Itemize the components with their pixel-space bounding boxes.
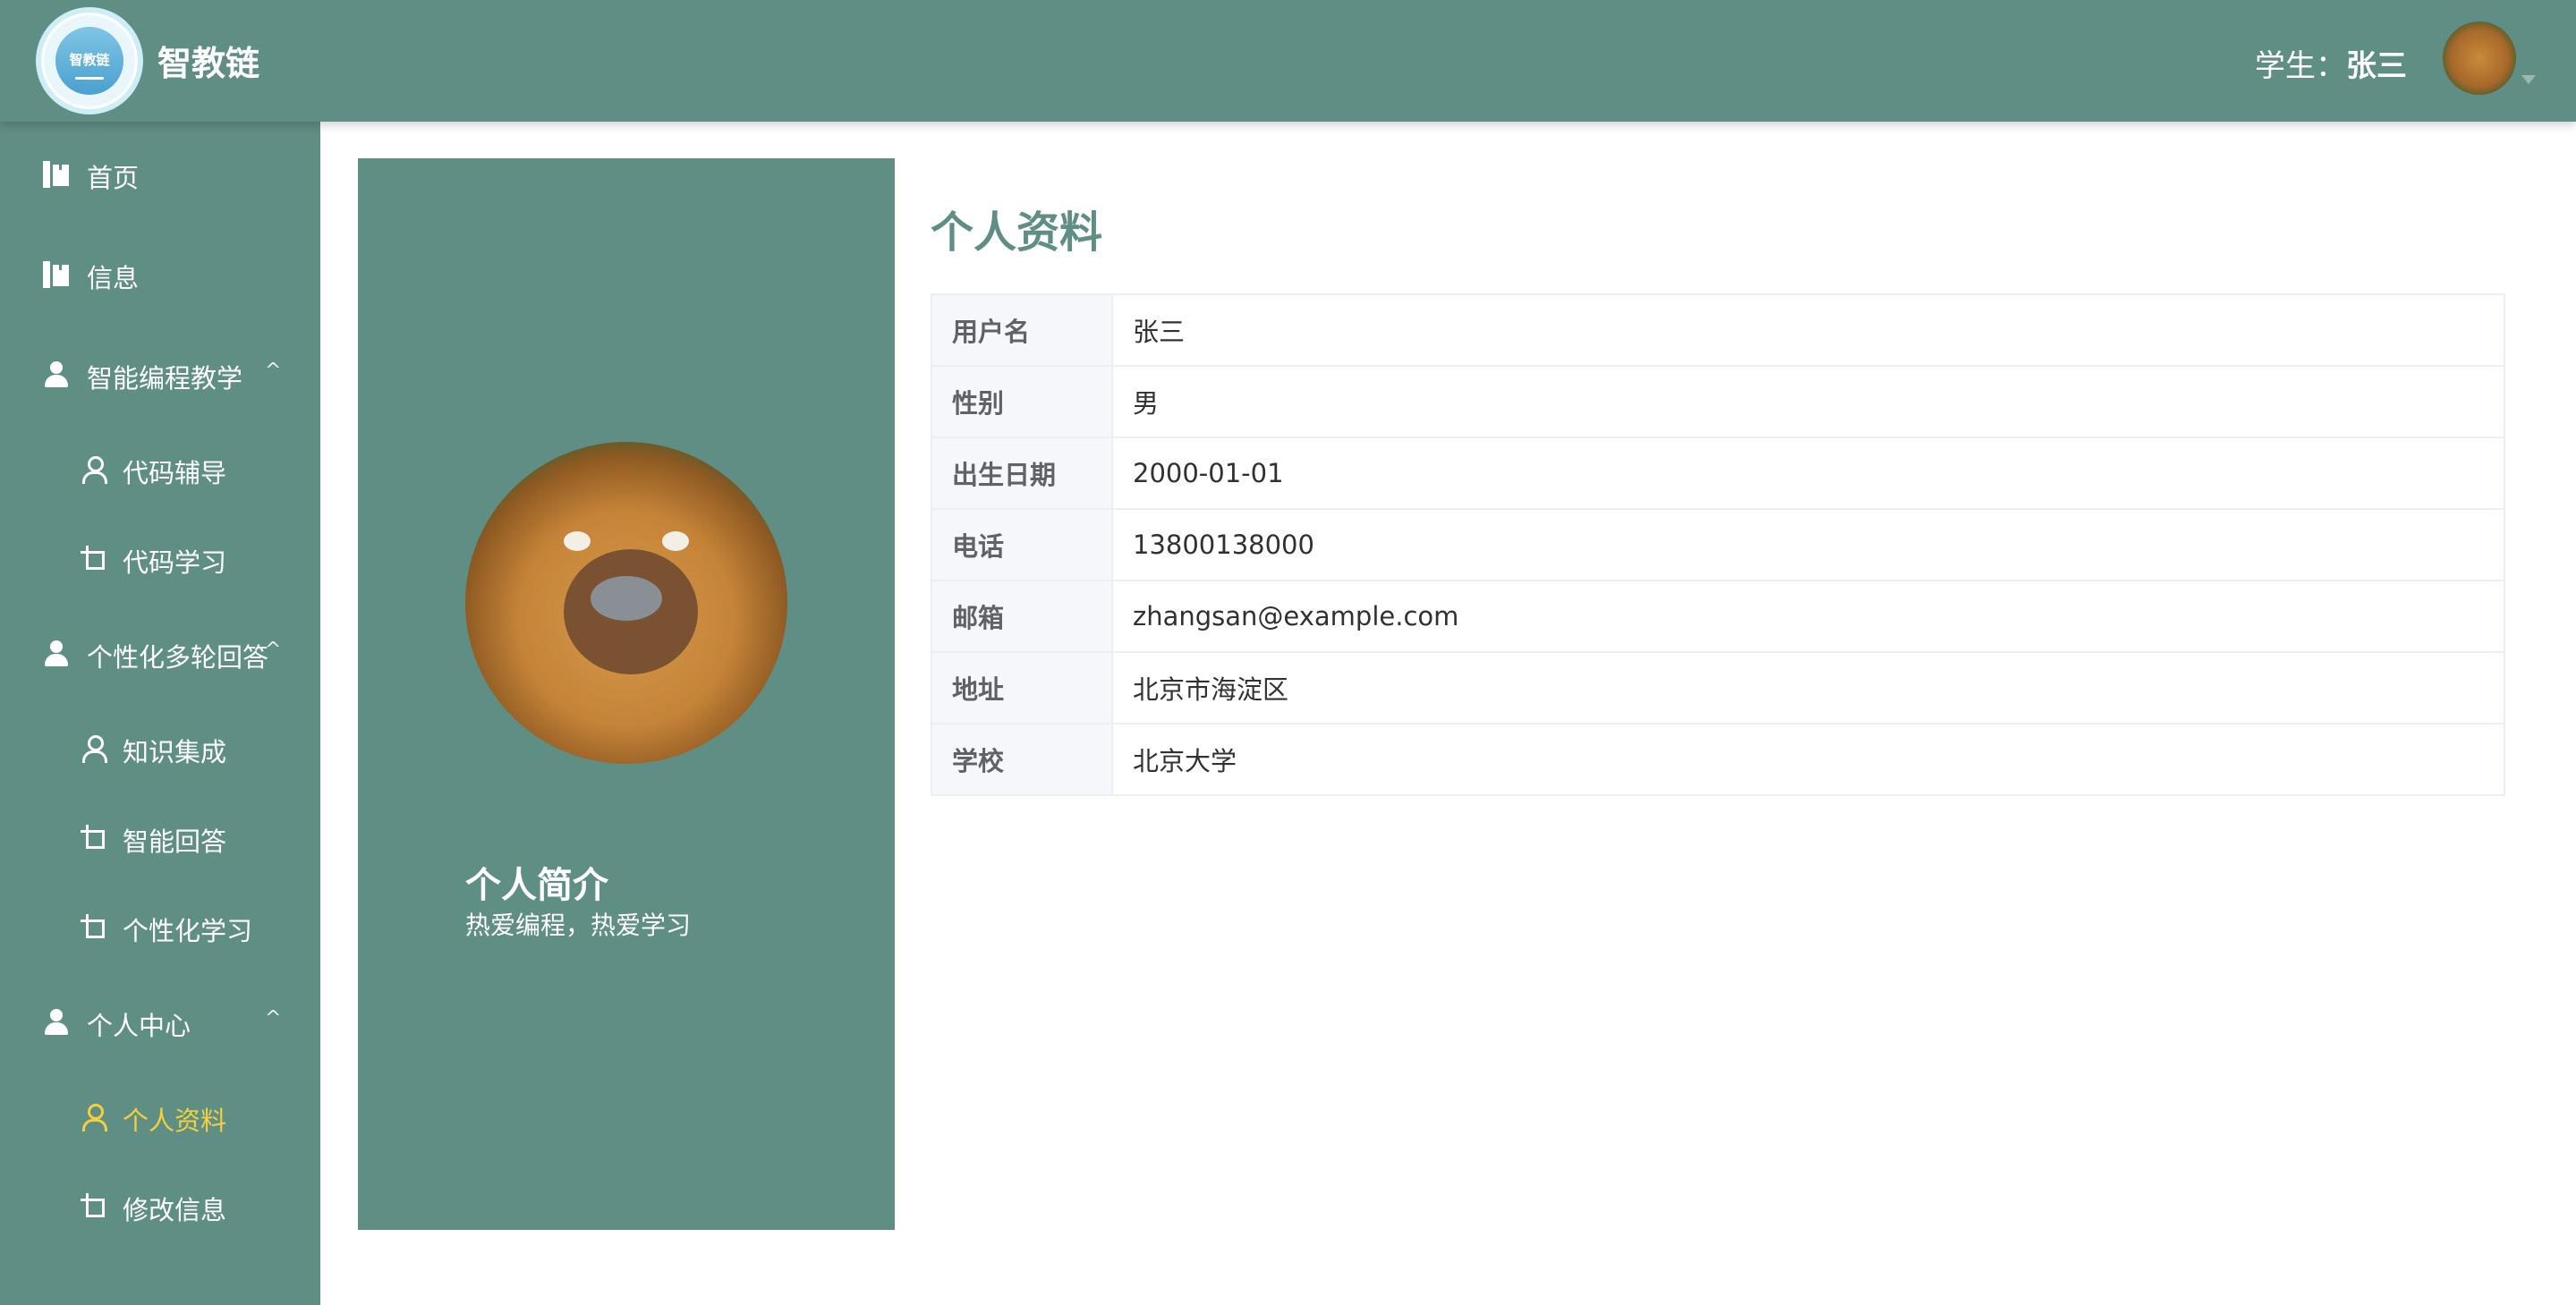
sidebar-group-personal-center[interactable]: 个人中心 ^ [0, 977, 320, 1066]
field-value: 北京大学 [1111, 723, 2505, 796]
app-brand-name: 智教链 [157, 44, 260, 83]
user-name: 张三 [2346, 48, 2407, 84]
sidebar-item-code-learning[interactable]: 代码学习 [0, 513, 320, 603]
table-row: 性别 男 [931, 365, 2505, 438]
book-icon [43, 261, 70, 288]
sidebar-item-label: 首页 [87, 163, 140, 193]
sidebar-item-label: 个性化学习 [123, 916, 253, 946]
current-user-label: 学生：张三 [2255, 41, 2407, 85]
sidebar-group-label: 个人中心 [87, 1011, 191, 1041]
field-value: 男 [1111, 365, 2505, 438]
user-outline-icon [81, 735, 107, 763]
sidebar-menu: 首页 信息 智能编程教学 ^ 代码辅导 代码学习 个性化多轮回答 ^ 知识集成 … [0, 122, 320, 1305]
table-row: 出生日期 2000-01-01 [931, 436, 2505, 510]
sidebar-item-code-tutoring[interactable]: 代码辅导 [0, 424, 320, 513]
sidebar-item-knowledge-integration[interactable]: 知识集成 [0, 703, 320, 792]
crop-icon [81, 825, 107, 852]
sidebar-item-profile[interactable]: 个人资料 [0, 1072, 320, 1161]
sidebar-item-smart-answer[interactable]: 智能回答 [0, 792, 320, 882]
sidebar-item-edit-info[interactable]: 修改信息 [0, 1161, 320, 1250]
table-row: 邮箱 zhangsan@example.com [931, 580, 2505, 653]
sidebar-group-smart-programming[interactable]: 智能编程教学 ^ [0, 329, 320, 419]
field-label: 出生日期 [931, 436, 1113, 510]
avatar-eye [564, 531, 591, 551]
field-label: 电话 [931, 508, 1113, 581]
field-label: 学校 [931, 723, 1113, 796]
chevron-up-icon: ^ [265, 360, 282, 382]
chevron-up-icon: ^ [265, 1007, 282, 1030]
field-label: 地址 [931, 651, 1113, 725]
table-row: 用户名 张三 [931, 293, 2505, 367]
sidebar-group-label: 个性化多轮回答 [87, 642, 269, 673]
sidebar-item-label: 个人资料 [123, 1106, 227, 1136]
avatar-eye [662, 531, 689, 551]
sidebar-group-personalized-qa[interactable]: 个性化多轮回答 ^ [0, 608, 320, 698]
top-header: 智教链 智教链 学生：张三 [0, 0, 2576, 122]
user-outline-icon [81, 456, 107, 484]
table-row: 学校 北京大学 [931, 723, 2505, 796]
field-label: 性别 [931, 365, 1113, 438]
field-value: 张三 [1111, 293, 2505, 367]
crop-icon [81, 1193, 107, 1220]
user-avatar[interactable] [2443, 21, 2516, 95]
field-label: 邮箱 [931, 580, 1113, 653]
page-title: 个人资料 [931, 208, 1103, 258]
sidebar-item-label: 知识集成 [123, 737, 227, 767]
table-row: 地址 北京市海淀区 [931, 651, 2505, 725]
profile-card: 个人简介 热爱编程，热爱学习 [358, 158, 895, 1230]
chevron-up-icon: ^ [265, 639, 282, 661]
logo-badge: 智教链 [55, 27, 123, 95]
logo-underline [75, 77, 104, 80]
app-logo[interactable]: 智教链 [36, 7, 143, 114]
crop-icon [81, 546, 107, 572]
field-value: 2000-01-01 [1111, 436, 2505, 510]
sidebar-item-label: 智能回答 [123, 826, 227, 857]
sidebar-item-label: 修改信息 [123, 1195, 227, 1225]
table-row: 电话 13800138000 [931, 508, 2505, 581]
sidebar-item-home[interactable]: 首页 [0, 129, 320, 218]
bio-title: 个人简介 [465, 865, 608, 906]
logo-text: 智教链 [69, 52, 110, 68]
crop-icon [81, 914, 107, 941]
user-icon [43, 1009, 70, 1036]
caret-down-icon[interactable] [2521, 75, 2536, 84]
field-label: 用户名 [931, 293, 1113, 367]
field-value: zhangsan@example.com [1111, 580, 2505, 653]
user-icon [43, 361, 70, 388]
bio-text: 热爱编程，热爱学习 [465, 911, 692, 940]
avatar-nose [591, 576, 662, 621]
sidebar-group-label: 智能编程教学 [87, 363, 243, 394]
sidebar-item-info[interactable]: 信息 [0, 229, 320, 318]
user-outline-icon [81, 1104, 107, 1131]
book-icon [43, 161, 70, 188]
field-value: 13800138000 [1111, 508, 2505, 581]
user-role-prefix: 学生： [2255, 48, 2346, 84]
sidebar-item-label: 代码辅导 [123, 458, 227, 488]
sidebar-item-personalized-learning[interactable]: 个性化学习 [0, 882, 320, 971]
sidebar-item-label: 代码学习 [123, 547, 227, 578]
profile-avatar [465, 442, 787, 764]
field-value: 北京市海淀区 [1111, 651, 2505, 725]
sidebar-item-label: 信息 [87, 263, 140, 293]
user-icon [43, 640, 70, 667]
profile-info-table: 用户名 张三 性别 男 出生日期 2000-01-01 电话 138001380… [931, 293, 2505, 796]
